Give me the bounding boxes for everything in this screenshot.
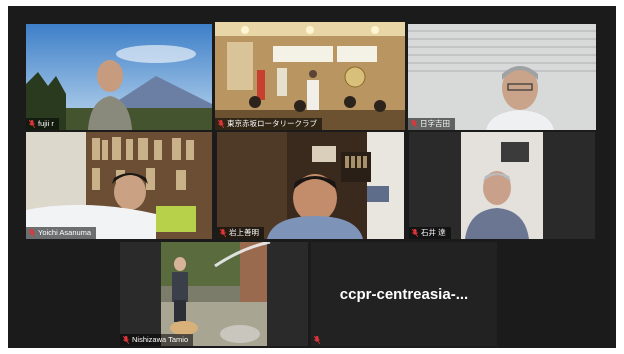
participant-name: Nishizawa Tamio — [132, 335, 189, 344]
video-tile-asanuma[interactable]: Yoichi Asanuma — [26, 132, 212, 239]
video-tile-ishii[interactable]: 石井 達 — [409, 132, 595, 239]
participant-name: 日字吉田 — [420, 119, 450, 128]
participant-video — [408, 24, 596, 130]
participant-name-tag: 日字吉田 — [408, 118, 455, 130]
participant-name: 石井 達 — [421, 228, 446, 237]
participant-name: Yoichi Asanuma — [38, 228, 92, 237]
video-tile-rotary-club[interactable]: 東京赤坂ロータリークラブ — [215, 22, 405, 130]
participant-name-tag: 岩上善明 — [217, 227, 264, 239]
participant-video — [217, 132, 404, 239]
mic-off-icon — [29, 229, 35, 237]
mic-off-icon — [411, 120, 417, 128]
mic-off-icon — [412, 229, 418, 237]
participant-name-tag: 東京赤坂ロータリークラブ — [215, 118, 322, 130]
video-tile-iwakami[interactable]: 岩上善明 — [217, 132, 404, 239]
participant-video — [120, 242, 308, 346]
video-tile-ccpr-centreasia[interactable]: ccpr-centreasia-... — [311, 242, 497, 346]
participant-name: fujii r — [38, 119, 54, 128]
mic-off-icon — [220, 229, 226, 237]
video-tile-yoshida[interactable]: 日字吉田 — [408, 24, 596, 130]
participant-name-tag — [311, 334, 328, 346]
video-gallery: fujii r 東京赤坂ロータリークラブ 日字吉田 Yoichi Asanuma… — [8, 6, 616, 348]
mic-off-icon — [29, 120, 35, 128]
mic-off-icon — [218, 120, 224, 128]
participant-display-name: ccpr-centreasia-... — [339, 285, 469, 303]
video-tile-nishizawa[interactable]: Nishizawa Tamio — [120, 242, 308, 346]
mic-off-icon — [123, 336, 129, 344]
video-tile-fujii[interactable]: fujii r — [26, 24, 212, 130]
participant-name: 岩上善明 — [229, 228, 259, 237]
participant-name: 東京赤坂ロータリークラブ — [227, 119, 317, 128]
participant-video — [26, 132, 212, 239]
participant-name-tag: fujii r — [26, 118, 59, 130]
participant-name-tag: Nishizawa Tamio — [120, 334, 194, 346]
participant-name-tag: Yoichi Asanuma — [26, 227, 97, 239]
participant-video — [409, 132, 595, 239]
participant-name-tag: 石井 達 — [409, 227, 451, 239]
participant-video — [215, 22, 405, 130]
mic-off-icon — [314, 336, 320, 344]
participant-video — [26, 24, 212, 130]
